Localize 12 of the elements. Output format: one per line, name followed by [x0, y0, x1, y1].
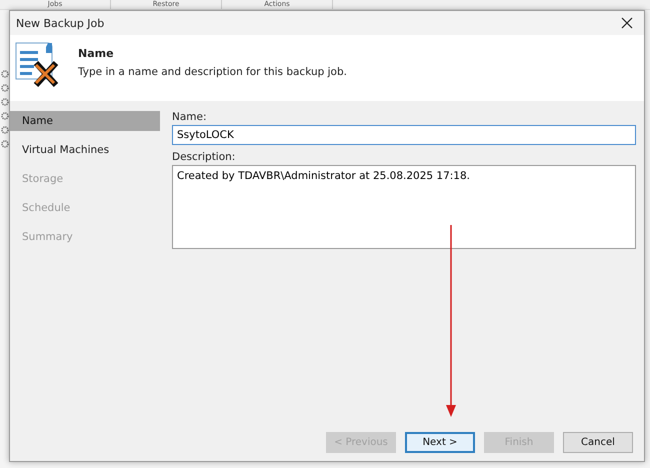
- step-description: Type in a name and description for this backup job.: [78, 66, 347, 78]
- description-field[interactable]: Created by TDAVBR\Administrator at 25.08.2025 17:18.: [172, 165, 636, 249]
- step-title: Name: [78, 47, 115, 60]
- name-label: Name:: [172, 111, 208, 123]
- wizard-step[interactable]: Virtual Machines: [10, 140, 160, 160]
- close-icon: [621, 17, 633, 29]
- name-field[interactable]: SsytoLOCK: [172, 125, 636, 145]
- description-label: Description:: [172, 151, 236, 163]
- wizard-step[interactable]: Name: [10, 111, 160, 131]
- wizard-button[interactable]: Cancel: [563, 432, 633, 453]
- window-title: New Backup Job: [16, 16, 104, 30]
- wizard-button[interactable]: Next >: [405, 432, 475, 453]
